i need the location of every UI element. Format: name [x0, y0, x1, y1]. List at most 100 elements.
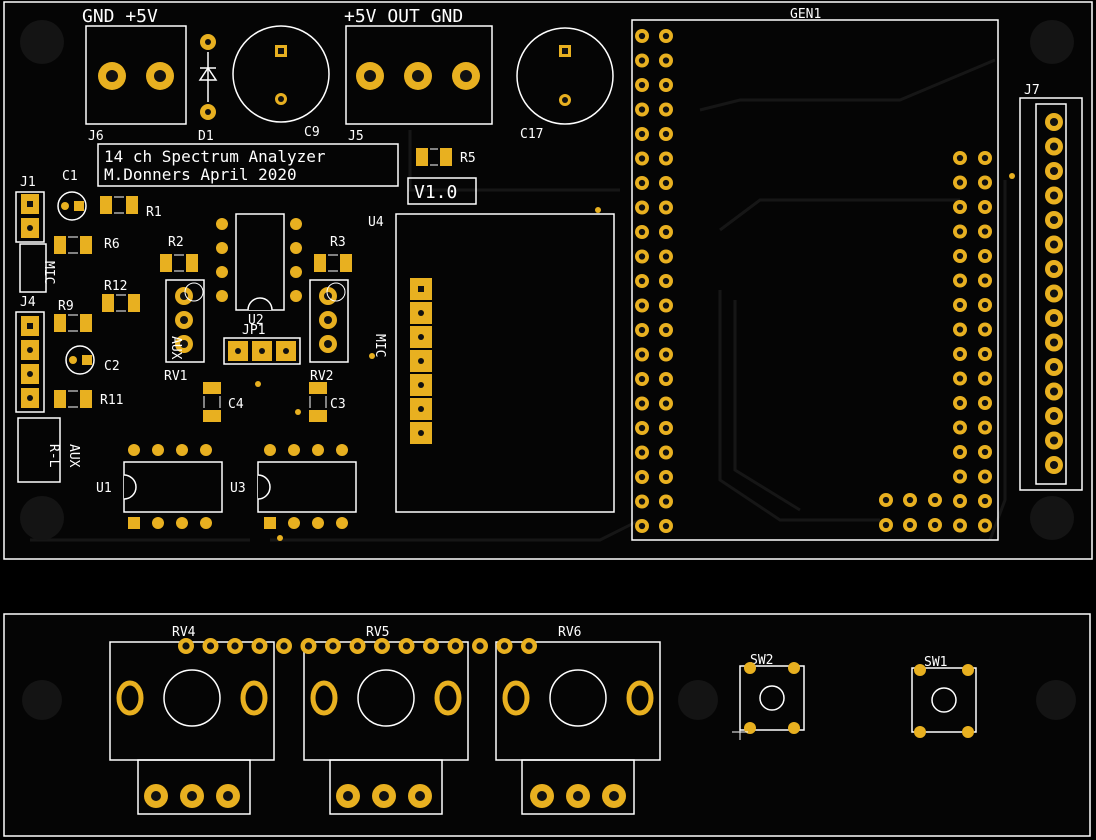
r12-label: R12 — [104, 279, 127, 294]
gen1-pad-hole — [931, 521, 939, 529]
header-pad-hole — [304, 642, 313, 650]
gen1-pad-hole — [662, 498, 670, 505]
r5-label: R5 — [460, 151, 476, 166]
j7-pad-hole — [1049, 289, 1059, 298]
j5-top-label: +5V OUT GND — [344, 6, 463, 27]
rl-label: R-L — [46, 444, 61, 468]
gen1-pad-hole — [981, 473, 989, 480]
j7-label: J7 — [1024, 83, 1040, 98]
j7-pad-hole — [1049, 264, 1059, 274]
gen1-pad-hole — [882, 496, 890, 504]
gen1-pad-hole — [981, 497, 989, 505]
mic-rv2-label: MIC — [372, 334, 387, 357]
gen1-pad-hole — [906, 496, 914, 504]
gen1-pad-hole — [981, 277, 989, 284]
j1-label: J1 — [20, 175, 36, 190]
j7-pad-hole — [1049, 240, 1059, 249]
gen1-pad-hole — [638, 473, 646, 481]
gen1-pad-hole — [638, 277, 646, 285]
c9-label: C9 — [304, 125, 320, 140]
j7-pad-hole — [1049, 313, 1059, 323]
r2-label: R2 — [168, 235, 184, 250]
gen1-pad-hole — [981, 301, 989, 309]
gen1-pad-hole — [662, 179, 670, 187]
gen1-pad-hole — [662, 204, 670, 211]
gen1-pad-hole — [662, 32, 670, 40]
gen1-pad-hole — [638, 204, 646, 211]
gen1-pad-hole — [906, 521, 914, 529]
gen1-pad-hole — [662, 375, 670, 383]
j7-pad-hole — [1049, 166, 1059, 176]
gen1-pad-hole — [662, 253, 670, 260]
gen1-pad-hole — [662, 473, 670, 481]
gen1-pad-hole — [662, 449, 670, 456]
header-pad-hole — [353, 642, 362, 650]
gen1-pad-hole — [638, 302, 646, 309]
gen1-pad-hole — [981, 448, 989, 456]
gen1-pad-hole — [981, 375, 989, 382]
gen1-pad-hole — [662, 400, 670, 407]
header-pad-hole — [231, 642, 239, 650]
c4-label: C4 — [228, 397, 244, 412]
gen1-pad-hole — [662, 302, 670, 309]
j7-pad-hole — [1049, 191, 1059, 200]
r3-label: R3 — [330, 235, 346, 250]
c1-label: C1 — [62, 169, 78, 184]
gen1-pad-hole — [882, 521, 890, 529]
gen1-pad-hole — [638, 57, 646, 64]
gen1-pad-hole — [956, 350, 964, 358]
aux-rv1-label: AUX — [168, 336, 183, 360]
gen1-pad-hole — [956, 277, 964, 284]
c3-label: C3 — [330, 397, 346, 412]
gen1-pad-hole — [981, 350, 989, 358]
gen1-pad-hole — [638, 424, 646, 432]
rv1-label: RV1 — [164, 369, 187, 384]
j7-pad-hole — [1049, 142, 1059, 151]
front-header-pads — [178, 638, 537, 654]
jp1-pads — [228, 341, 296, 361]
j5-label: J5 — [348, 129, 364, 144]
header-pad-hole — [451, 642, 460, 650]
gen1-pad-hole — [956, 154, 964, 162]
gen1-pad-hole — [638, 155, 646, 162]
gen1-pad-hole — [956, 424, 964, 431]
gen1-pad-hole — [981, 228, 989, 235]
u3-label: U3 — [230, 481, 246, 496]
gen1-pad-hole — [662, 228, 670, 236]
gen1-pad-hole — [981, 179, 989, 186]
title-line-2: M.Donners April 2020 — [104, 165, 297, 184]
header-pad-hole — [329, 642, 337, 650]
gen1-pad-hole — [638, 449, 646, 456]
header-pad-hole — [255, 642, 264, 650]
header-pad-hole — [525, 642, 533, 650]
aux-jack-label: AUX — [66, 444, 81, 468]
gen1-pad-hole — [638, 253, 646, 260]
j4-label: J4 — [20, 295, 36, 310]
rv2-label: RV2 — [310, 369, 333, 384]
j7-pad-hole — [1049, 460, 1059, 470]
gen1-pad-hole — [956, 326, 964, 333]
gen1-pad-hole — [981, 424, 989, 431]
c2-label: C2 — [104, 359, 120, 374]
j7-pad-hole — [1049, 338, 1059, 347]
gen1-pad-hole — [662, 326, 670, 334]
version-label: V1.0 — [414, 182, 457, 203]
j7-pad-hole — [1049, 117, 1059, 127]
gen1-pad-hole — [638, 32, 646, 40]
gen1-pad-hole — [662, 57, 670, 64]
header-pad-hole — [476, 642, 484, 650]
title-line-1: 14 ch Spectrum Analyzer — [104, 147, 326, 166]
d1-label: D1 — [198, 129, 214, 144]
rv6-label: RV6 — [558, 625, 581, 640]
gen1-pad-hole — [956, 473, 964, 480]
gen1-pad-hole — [956, 301, 964, 309]
header-pad-hole — [500, 642, 509, 650]
gen1-pad-hole — [981, 252, 989, 260]
gen1-pad-hole — [956, 179, 964, 186]
gen1-pad-hole — [981, 203, 989, 211]
r6-label: R6 — [104, 237, 120, 252]
u4-label: U4 — [368, 215, 384, 230]
gen1-pad-hole — [638, 130, 646, 138]
gen1-pad-hole — [981, 522, 989, 529]
gen1-pad-hole — [638, 326, 646, 334]
